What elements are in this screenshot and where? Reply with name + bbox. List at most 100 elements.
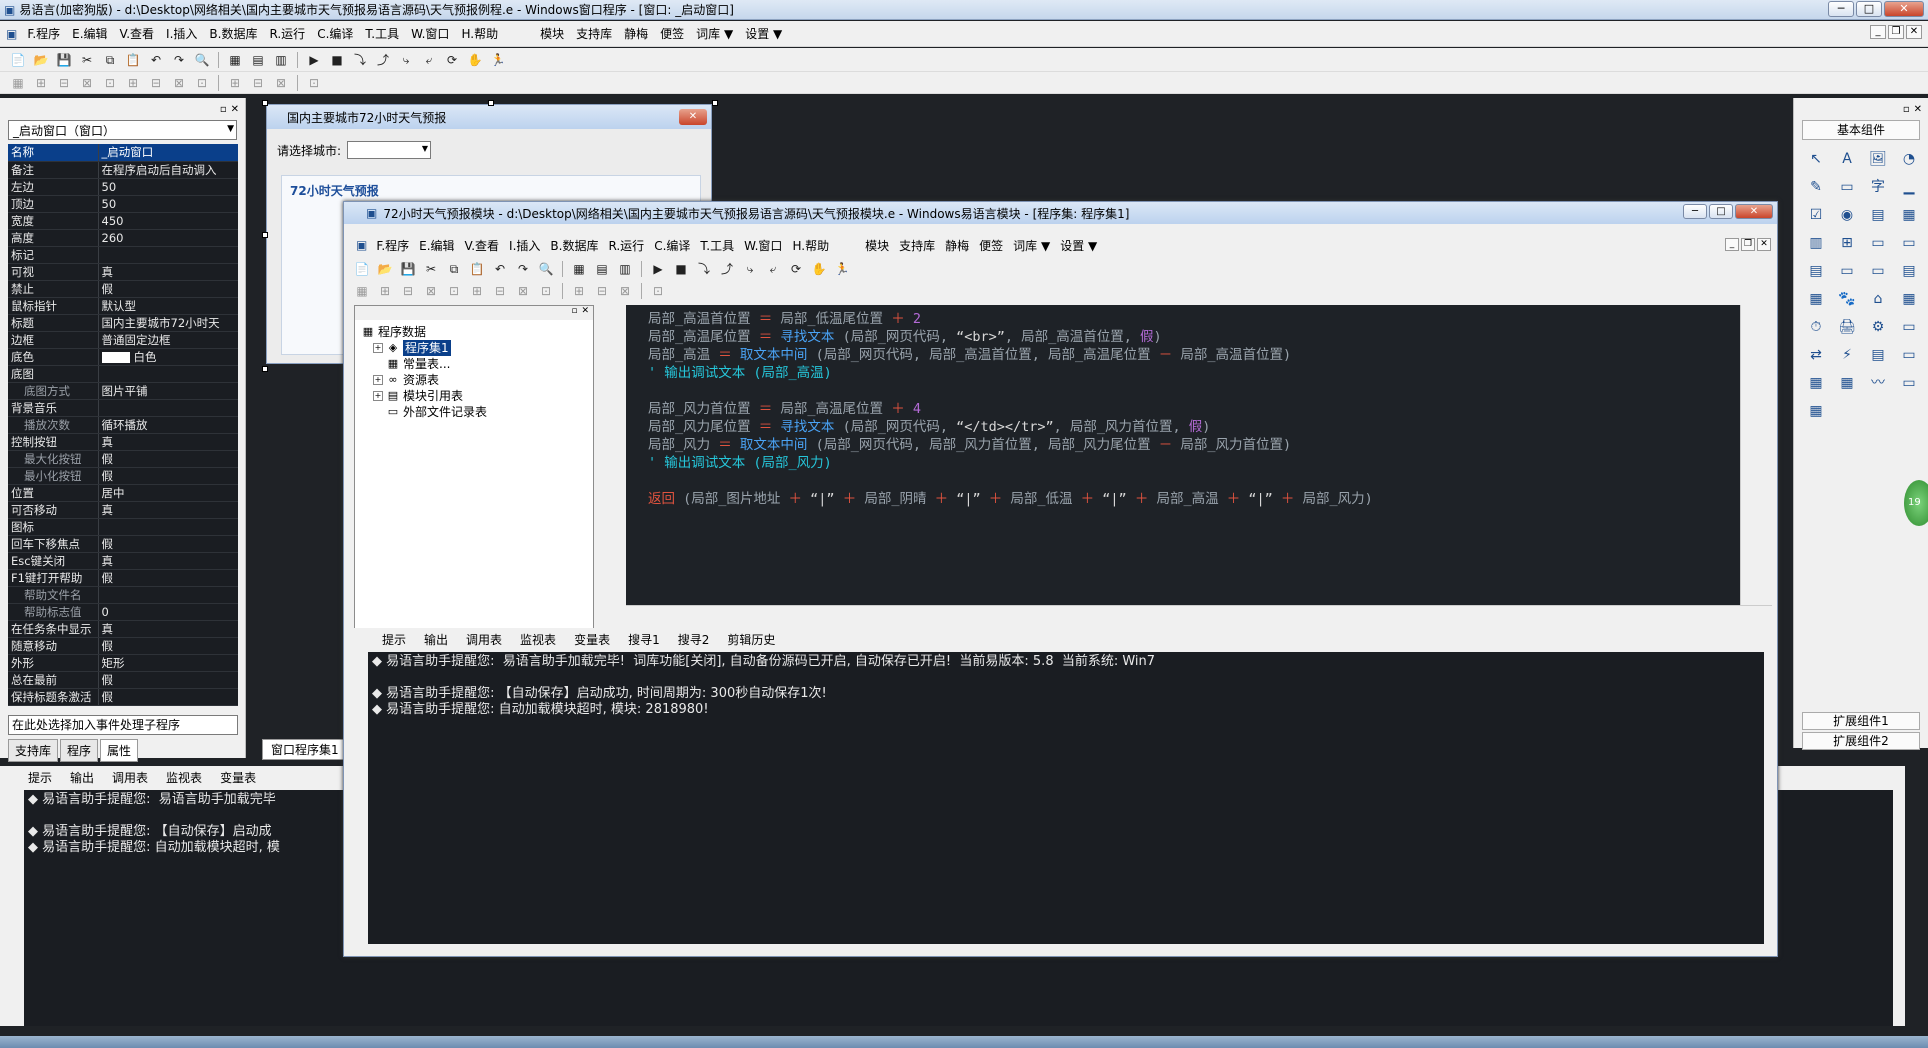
component-tool-icon[interactable]: ⌂ — [1866, 288, 1890, 310]
code-line[interactable]: 局部_风力 ＝ 取文本中间 (局部_网页代码, 局部_风力首位置, 局部_风力尾… — [648, 433, 1291, 453]
property-row[interactable]: 标记 — [8, 246, 238, 264]
toolbar-icon[interactable]: ⊠ — [615, 282, 635, 300]
toolbar-icon[interactable]: ▥ — [271, 51, 291, 69]
property-row[interactable]: 高度 260 — [8, 229, 238, 247]
property-row[interactable]: 控制按钮真 — [8, 433, 238, 451]
module-menu-item[interactable]: R.运行 — [603, 237, 649, 254]
output-tab[interactable]: 变量表 — [566, 631, 618, 648]
property-row[interactable]: 随意移动假 — [8, 637, 238, 655]
module-menu-item[interactable]: B.数据库 — [545, 237, 603, 254]
property-value[interactable]: 假 — [98, 450, 238, 468]
component-tool-icon[interactable]: ▤ — [1866, 204, 1890, 226]
property-value[interactable]: 假 — [98, 467, 238, 485]
component-tool-icon[interactable]: ✎ — [1804, 176, 1828, 198]
toolbar-icon[interactable]: ✂ — [421, 260, 441, 278]
toolbar-icon[interactable]: 📋 — [467, 260, 487, 278]
assistant-float-ball[interactable]: 19 — [1904, 480, 1928, 526]
property-row[interactable]: 可视真 — [8, 263, 238, 281]
code-editor[interactable]: 局部_高温首位置 ＝ 局部_低温尾位置 ＋ 2 局部_高温尾位置 ＝ 寻找文本 … — [626, 305, 1756, 605]
property-row[interactable]: 外形 矩形 — [8, 654, 238, 672]
component-tool-icon[interactable]: ▤ — [1804, 260, 1828, 282]
menu-app-icon[interactable]: ▣ — [6, 27, 17, 41]
property-row[interactable]: 鼠标指针 默认型 — [8, 297, 238, 315]
property-value[interactable]: 真 — [98, 552, 238, 570]
toolbar-icon[interactable]: ⧉ — [444, 260, 464, 278]
property-row[interactable]: 底图方式 图片平铺 — [8, 382, 238, 400]
output-tab[interactable]: 调用表 — [104, 769, 156, 786]
property-row[interactable]: 在任务条中显示真 — [8, 620, 238, 638]
property-value[interactable]: 50 — [98, 178, 238, 196]
property-row[interactable]: 最大化按钮假 — [8, 450, 238, 468]
menu-extra-item[interactable]: 模块 — [534, 25, 570, 42]
property-row[interactable]: 帮助文件名 — [8, 586, 238, 604]
module-menu-item[interactable]: I.插入 — [504, 237, 545, 254]
toolbar-icon[interactable]: ⊞ — [569, 282, 589, 300]
property-value[interactable]: 循环播放 — [98, 416, 238, 434]
property-row[interactable]: 回车下移焦点假 — [8, 535, 238, 553]
property-row[interactable]: 边框 普通固定边框 — [8, 331, 238, 349]
resize-handle[interactable] — [262, 232, 268, 238]
resize-handle[interactable] — [488, 100, 494, 106]
expand-icon[interactable]: + — [373, 375, 383, 385]
module-minimize-button[interactable]: ─ — [1683, 204, 1707, 219]
output-tab[interactable]: 变量表 — [212, 769, 264, 786]
property-value[interactable]: 真 — [98, 433, 238, 451]
toolbar-icon[interactable]: ⊠ — [271, 74, 291, 92]
doc-tab[interactable]: 窗口程序集1 — [262, 739, 348, 760]
toolbar-icon[interactable]: ⊠ — [421, 282, 441, 300]
toolbar-icon[interactable]: ↶ — [146, 51, 166, 69]
property-value[interactable]: 真 — [98, 263, 238, 281]
menu-extra-item[interactable]: 静梅 — [618, 25, 654, 42]
toolbar-icon[interactable]: ⊟ — [146, 74, 166, 92]
property-value[interactable] — [98, 518, 238, 536]
component-tool-icon[interactable]: ▦ — [1897, 204, 1921, 226]
menu-item[interactable]: W.窗口 — [405, 25, 455, 42]
property-value[interactable]: 假 — [98, 688, 238, 706]
output-tab[interactable]: 提示 — [20, 769, 60, 786]
property-row[interactable]: 总在最前假 — [8, 671, 238, 689]
toolbar-icon[interactable]: ⊞ — [225, 74, 245, 92]
property-row[interactable]: 可否移动真 — [8, 501, 238, 519]
toolbox-close-icon[interactable]: ✕ — [1914, 104, 1922, 115]
menu-extra-item[interactable]: 支持库 — [570, 25, 618, 42]
toolbar-icon[interactable]: 💾 — [54, 51, 74, 69]
resize-handle[interactable] — [262, 366, 268, 372]
toolbar-icon[interactable]: 🏃 — [832, 260, 852, 278]
property-value[interactable]: 国内主要城市72小时天 — [98, 314, 238, 332]
menu-extra-item[interactable]: 设置 ▼ — [739, 25, 788, 42]
component-tool-icon[interactable]: ◔ — [1897, 148, 1921, 170]
toolbar-icon[interactable]: ■ — [327, 51, 347, 69]
toolbar-icon[interactable]: 📋 — [123, 51, 143, 69]
toolbar-icon[interactable]: ⊠ — [169, 74, 189, 92]
property-row[interactable]: 图标 — [8, 518, 238, 536]
component-tool-icon[interactable]: ▦ — [1804, 400, 1828, 422]
expand-icon[interactable]: + — [373, 343, 383, 353]
object-combo[interactable]: _启动窗口（窗口） ▼ — [8, 120, 237, 140]
toolbar-icon[interactable]: ⊡ — [192, 74, 212, 92]
output-tab[interactable]: 监视表 — [158, 769, 210, 786]
output-tab[interactable]: 搜寻1 — [620, 631, 668, 648]
menu-extra-item[interactable]: 便签 — [654, 25, 690, 42]
ext-component-1[interactable]: 扩展组件1 — [1802, 712, 1920, 730]
component-tool-icon[interactable]: ▦ — [1804, 372, 1828, 394]
toolbar-icon[interactable]: ⊠ — [77, 74, 97, 92]
toolbar-icon[interactable]: ▦ — [8, 74, 28, 92]
component-tool-icon[interactable]: ⇄ — [1804, 344, 1828, 366]
component-tool-icon[interactable]: ▭ — [1897, 232, 1921, 254]
toolbar-icon[interactable]: ⊟ — [248, 74, 268, 92]
menu-item[interactable]: H.帮助 — [455, 25, 504, 42]
maximize-button[interactable]: □ — [1856, 1, 1882, 17]
component-tool-icon[interactable]: ☑ — [1804, 204, 1828, 226]
toolbar-icon[interactable]: ⤵ — [350, 51, 370, 69]
property-row[interactable]: 顶边 50 — [8, 195, 238, 213]
toolbar-icon[interactable]: ⟳ — [442, 51, 462, 69]
module-menu-item[interactable]: C.编译 — [649, 237, 695, 254]
toolbar-icon[interactable]: ⟳ — [786, 260, 806, 278]
toolbar-icon[interactable]: ⊞ — [467, 282, 487, 300]
toolbar-icon[interactable]: ⤷ — [740, 260, 760, 278]
code-line[interactable]: 局部_高温首位置 ＝ 局部_低温尾位置 ＋ 2 — [648, 307, 921, 327]
property-value[interactable]: 默认型 — [98, 297, 238, 315]
toolbar-icon[interactable]: 💾 — [398, 260, 418, 278]
property-value[interactable]: 50 — [98, 195, 238, 213]
component-tool-icon[interactable]: 🖨 — [1835, 316, 1859, 338]
